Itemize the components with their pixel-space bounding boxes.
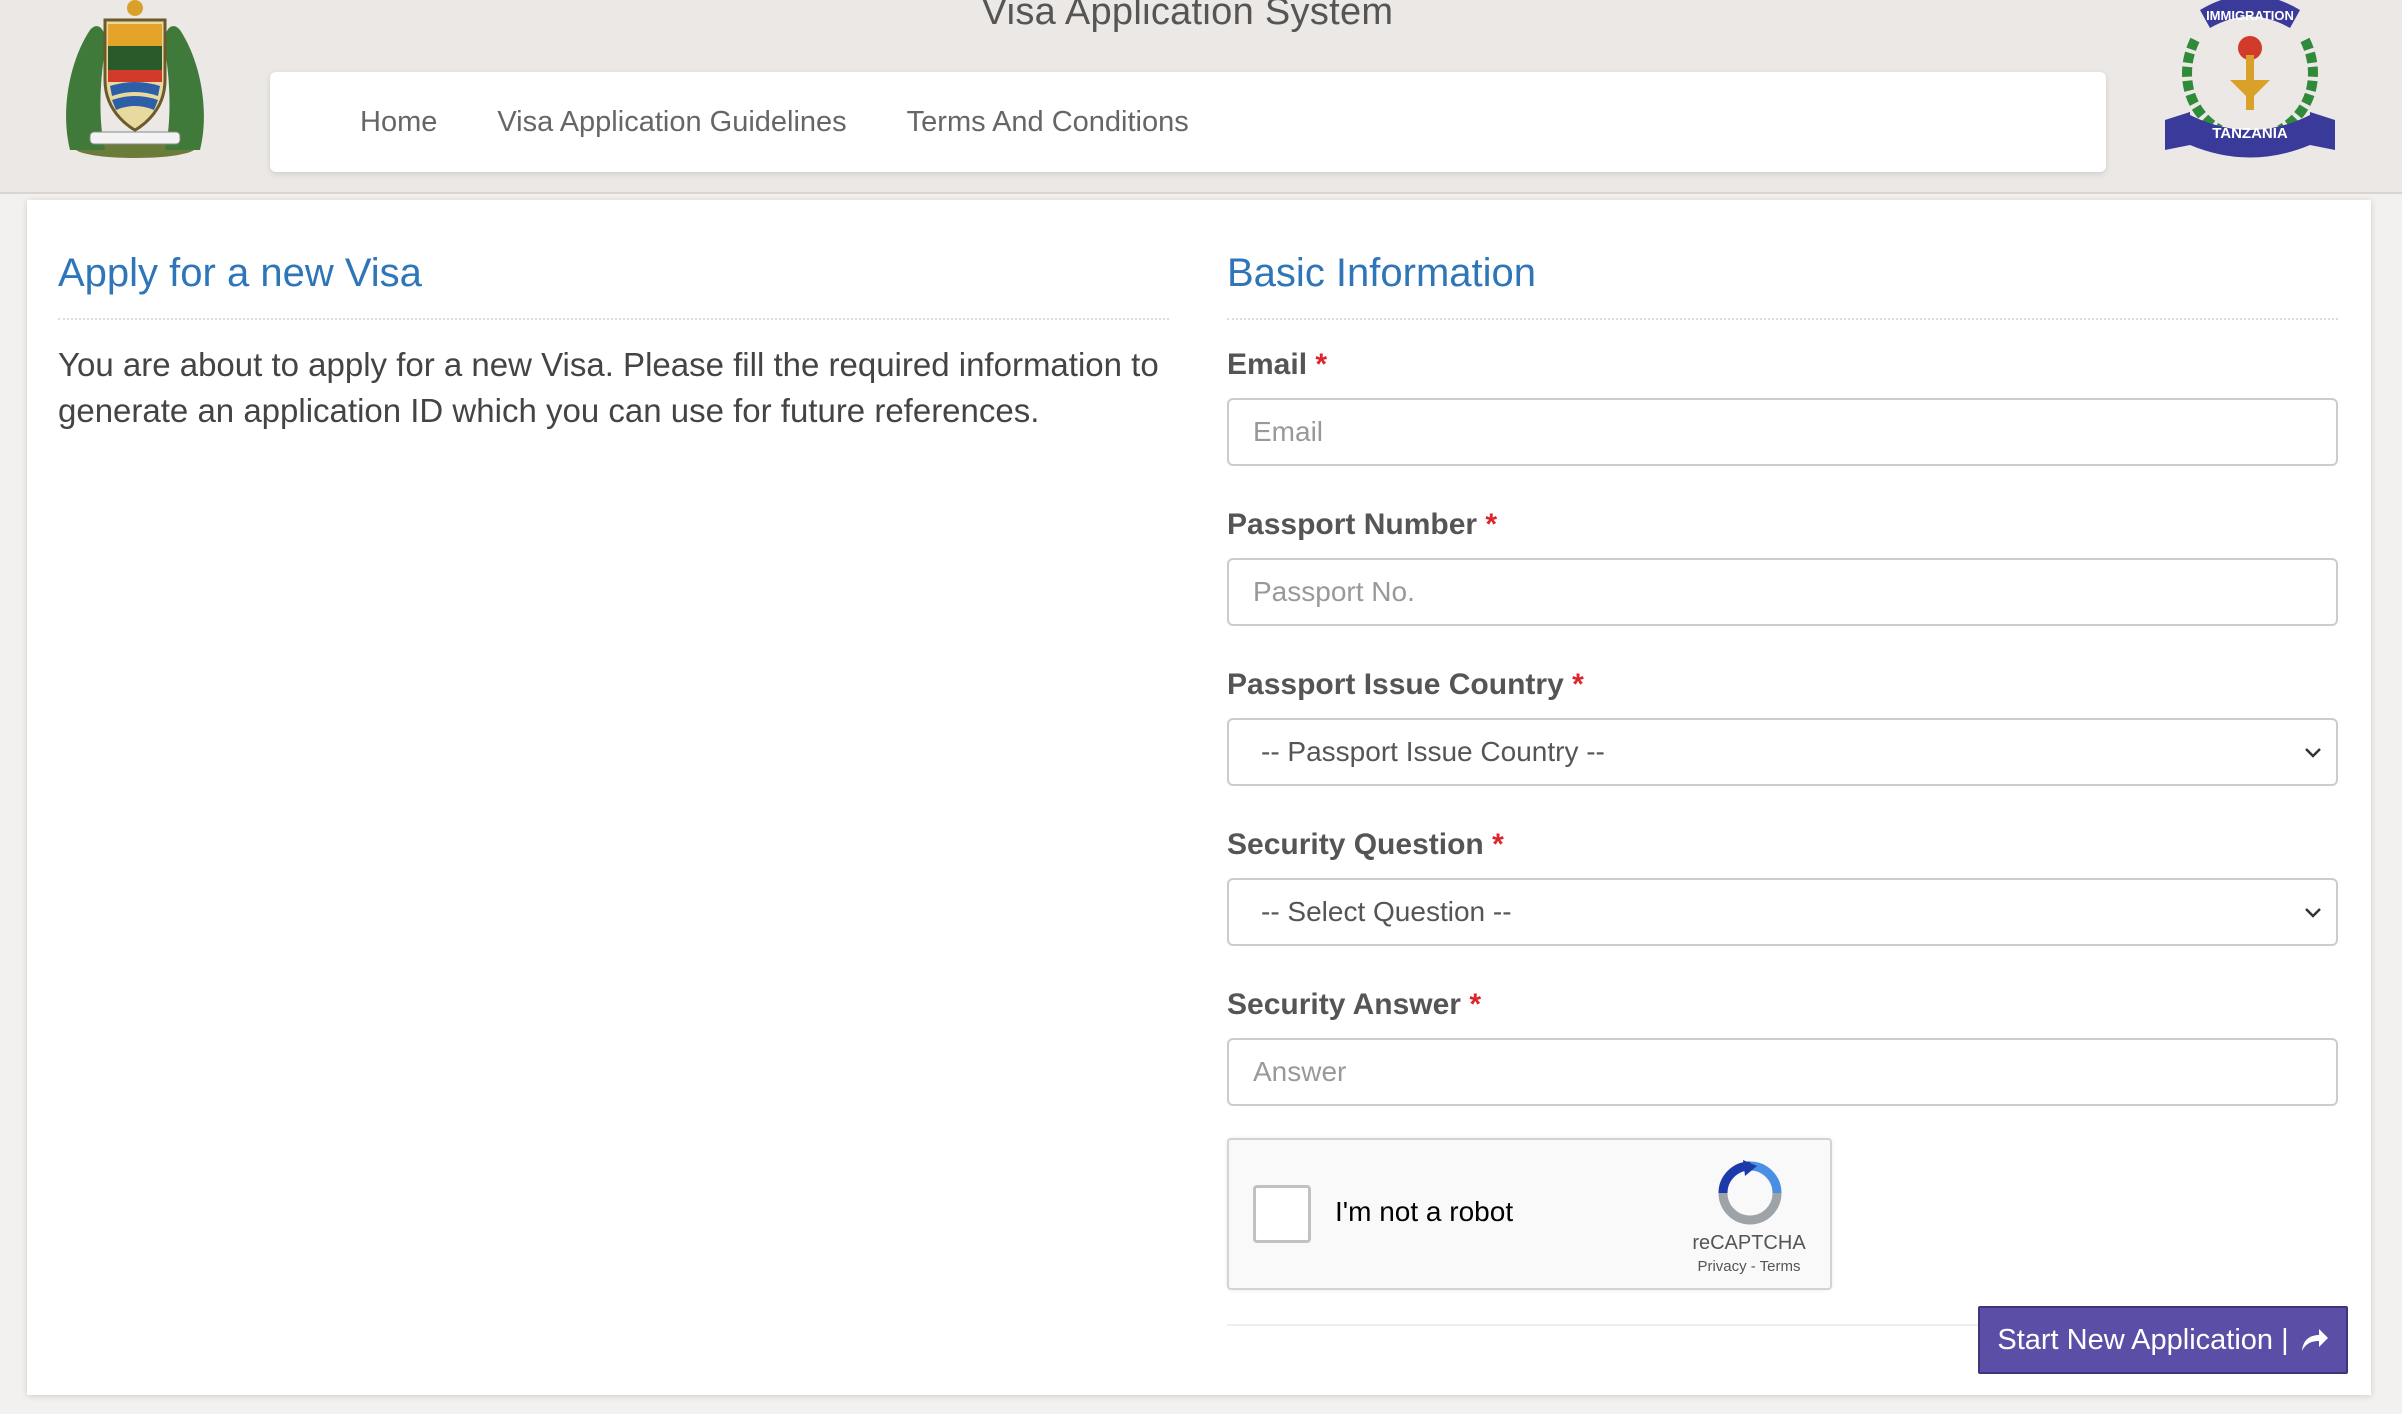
email-field[interactable] bbox=[1227, 398, 2338, 466]
basic-info-title: Basic Information bbox=[1227, 250, 2338, 320]
application-card: Apply for a new Visa You are about to ap… bbox=[27, 200, 2371, 1395]
main-nav: Home Visa Application Guidelines Terms A… bbox=[270, 72, 2106, 172]
passport-country-label: Passport Issue Country * bbox=[1227, 662, 2338, 708]
recaptcha-icon bbox=[1718, 1160, 1782, 1225]
recaptcha-widget: I'm not a robot reCAPTCHA Privacy - Term… bbox=[1227, 1138, 1832, 1290]
start-new-application-button[interactable]: Start New Application | bbox=[1978, 1306, 2348, 1374]
nav-terms[interactable]: Terms And Conditions bbox=[907, 106, 1189, 139]
apply-title: Apply for a new Visa bbox=[58, 250, 1169, 320]
security-question-value: -- Select Question -- bbox=[1261, 896, 1512, 927]
site-header: Visa Application System Home Visa Applic… bbox=[0, 0, 2402, 194]
passport-number-group: Passport Number * bbox=[1227, 502, 2338, 626]
security-question-label-text: Security Question bbox=[1227, 828, 1484, 861]
logo-text-immigration: IMMIGRATION bbox=[2206, 8, 2294, 23]
required-mark: * bbox=[1492, 828, 1504, 861]
required-mark: * bbox=[1315, 348, 1328, 381]
passport-number-label: Passport Number * bbox=[1227, 502, 2338, 548]
required-mark: * bbox=[1485, 508, 1498, 541]
required-mark: * bbox=[1572, 668, 1584, 701]
security-answer-label-text: Security Answer bbox=[1227, 988, 1461, 1021]
passport-number-label-text: Passport Number bbox=[1227, 508, 1478, 541]
recaptcha-brand: reCAPTCHA bbox=[1692, 1232, 1806, 1254]
immigration-logo: IMMIGRATION TANZANIA bbox=[2165, 0, 2335, 158]
logo-text-tanzania: TANZANIA bbox=[2212, 125, 2288, 142]
security-question-select[interactable]: -- Select Question -- bbox=[1227, 878, 2338, 946]
passport-country-group: Passport Issue Country * -- Passport Iss… bbox=[1227, 662, 2338, 786]
passport-country-label-text: Passport Issue Country bbox=[1227, 668, 1564, 701]
recaptcha-checkbox[interactable] bbox=[1253, 1185, 1311, 1243]
recaptcha-label: I'm not a robot bbox=[1335, 1196, 1514, 1227]
security-answer-field[interactable] bbox=[1227, 1038, 2338, 1106]
basic-info-form: Basic Information Email * Passport Numbe… bbox=[1227, 250, 2338, 1326]
security-question-label: Security Question * bbox=[1227, 822, 2338, 868]
required-mark: * bbox=[1469, 988, 1482, 1021]
chevron-down-icon bbox=[2305, 748, 2321, 758]
site-title: Visa Application System bbox=[981, 0, 1394, 33]
intro-column: Apply for a new Visa You are about to ap… bbox=[58, 250, 1169, 434]
passport-country-value: -- Passport Issue Country -- bbox=[1261, 736, 1605, 767]
passport-country-select[interactable]: -- Passport Issue Country -- bbox=[1227, 718, 2338, 786]
share-arrow-icon bbox=[2301, 1329, 2328, 1351]
security-question-group: Security Question * -- Select Question -… bbox=[1227, 822, 2338, 946]
email-label-text: Email bbox=[1227, 348, 1308, 381]
nav-visa-guidelines[interactable]: Visa Application Guidelines bbox=[497, 106, 846, 139]
intro-text: You are about to apply for a new Visa. P… bbox=[58, 346, 1159, 429]
email-label: Email * bbox=[1227, 342, 2338, 388]
security-answer-label: Security Answer * bbox=[1227, 982, 2338, 1028]
recaptcha-links[interactable]: Privacy - Terms bbox=[1669, 1258, 1829, 1275]
chevron-down-icon bbox=[2305, 908, 2321, 918]
security-answer-group: Security Answer * bbox=[1227, 982, 2338, 1106]
email-group: Email * bbox=[1227, 342, 2338, 466]
nav-home[interactable]: Home bbox=[360, 106, 437, 139]
passport-number-field[interactable] bbox=[1227, 558, 2338, 626]
submit-label: Start New Application | bbox=[1997, 1323, 2289, 1356]
